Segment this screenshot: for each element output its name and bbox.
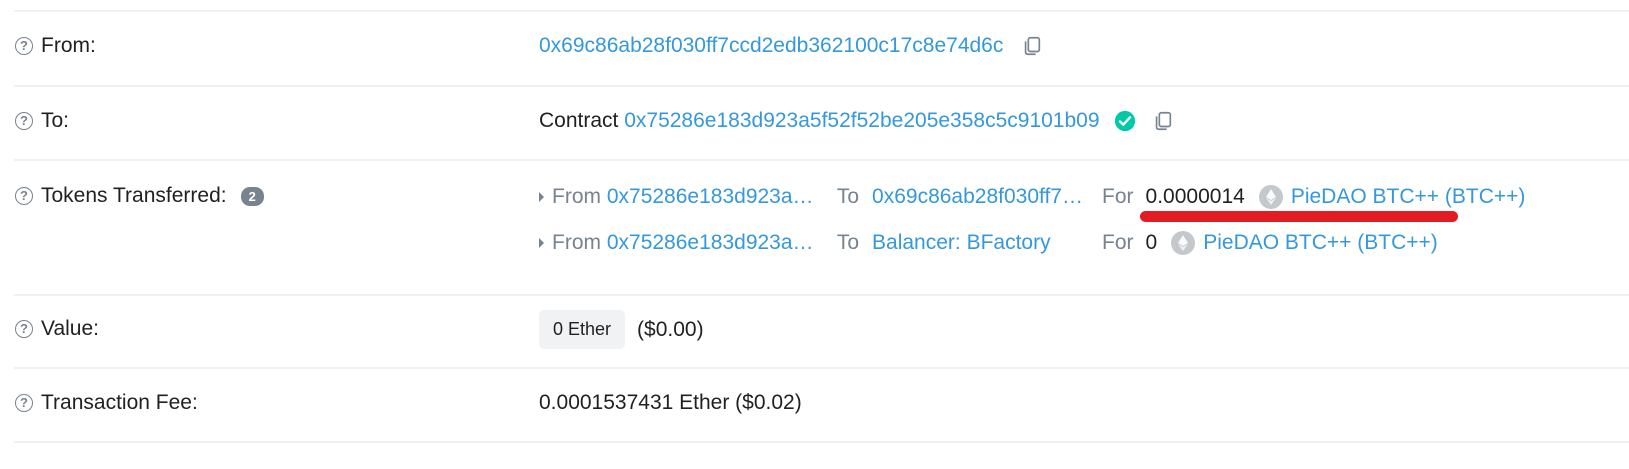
ether-amount-pill: 0 Ether: [539, 310, 626, 349]
divider: [14, 10, 1629, 12]
value-usd: ($0.00): [637, 317, 704, 341]
token-link[interactable]: PieDAO BTC++ (BTC++): [1203, 231, 1438, 255]
help-icon[interactable]: ?: [15, 394, 33, 412]
ether-token-icon: [1258, 185, 1283, 209]
contract-prefix: Contract: [539, 109, 619, 132]
to-value: Contract 0x75286e183d923a5f52f52be205e35…: [539, 109, 1174, 133]
divider: [14, 367, 1629, 369]
verified-check-icon: [1114, 110, 1135, 132]
tokens-label: Tokens Transferred:: [41, 184, 227, 207]
transfer-from-link[interactable]: 0x75286e183d923a…: [607, 185, 825, 209]
value-value: 0 Ether ($0.00): [539, 310, 704, 349]
divider: [14, 159, 1629, 161]
from-address-link[interactable]: 0x69c86ab28f030ff7ccd2edb362100c17c8e74d…: [539, 34, 1003, 58]
expand-caret-icon[interactable]: [539, 238, 544, 248]
tokens-label-group: ? Tokens Transferred: 2: [15, 184, 264, 208]
transfer-for-word: For: [1102, 185, 1134, 208]
from-label: From:: [41, 34, 96, 57]
transfer-to-word: To: [836, 231, 860, 254]
value-row: ? Value: 0 Ether ($0.00): [0, 310, 1629, 352]
to-label-group: ? To:: [15, 109, 69, 133]
to-address-link[interactable]: 0x75286e183d923a5f52f52be205e358c5c9101b…: [624, 109, 1099, 133]
help-icon[interactable]: ?: [15, 187, 33, 205]
divider: [14, 85, 1629, 87]
help-icon[interactable]: ?: [15, 37, 33, 55]
transfer-to-word: To: [836, 185, 860, 208]
transfer-line: From 0x75286e183d923a… To Balancer: BFac…: [539, 231, 1438, 255]
divider: [14, 294, 1629, 296]
copy-icon[interactable]: [1021, 35, 1043, 57]
ether-token-icon: [1171, 231, 1196, 255]
transfer-for-word: For: [1102, 231, 1134, 254]
from-value: 0x69c86ab28f030ff7ccd2edb362100c17c8e74d…: [539, 34, 1043, 58]
fee-amount: 0.0001537431 Ether ($0.02): [539, 391, 802, 414]
fee-value: 0.0001537431 Ether ($0.02): [539, 391, 802, 415]
to-row: ? To: Contract 0x75286e183d923a5f52f52be…: [0, 109, 1629, 137]
transfer-amount: 0.0000014: [1145, 185, 1245, 208]
transfer-from-word: From: [552, 231, 601, 254]
highlight-underline: [1140, 211, 1458, 222]
fee-row: ? Transaction Fee: 0.0001537431 Ether ($…: [0, 391, 1629, 419]
expand-caret-icon[interactable]: [539, 192, 544, 202]
value-label-group: ? Value:: [15, 317, 99, 341]
transfer-from-word: From: [552, 185, 601, 208]
from-label-group: ? From:: [15, 34, 96, 58]
divider: [14, 441, 1629, 443]
to-label: To:: [41, 109, 70, 132]
help-icon[interactable]: ?: [15, 112, 33, 130]
from-row: ? From: 0x69c86ab28f030ff7ccd2edb362100c…: [0, 34, 1629, 62]
fee-label: Transaction Fee:: [41, 391, 198, 414]
transfer-line: From 0x75286e183d923a… To 0x69c86ab28f03…: [539, 185, 1525, 209]
transfer-to-link[interactable]: Balancer: BFactory: [872, 231, 1094, 255]
tokens-count-badge: 2: [240, 186, 264, 206]
help-icon[interactable]: ?: [15, 320, 33, 338]
transfer-to-link[interactable]: 0x69c86ab28f030ff7…: [872, 185, 1094, 209]
token-link[interactable]: PieDAO BTC++ (BTC++): [1291, 185, 1526, 209]
value-label: Value:: [41, 317, 99, 340]
transfer-from-link[interactable]: 0x75286e183d923a…: [607, 231, 825, 255]
copy-icon[interactable]: [1152, 110, 1174, 132]
fee-label-group: ? Transaction Fee:: [15, 391, 198, 415]
transfer-amount: 0: [1145, 231, 1158, 254]
